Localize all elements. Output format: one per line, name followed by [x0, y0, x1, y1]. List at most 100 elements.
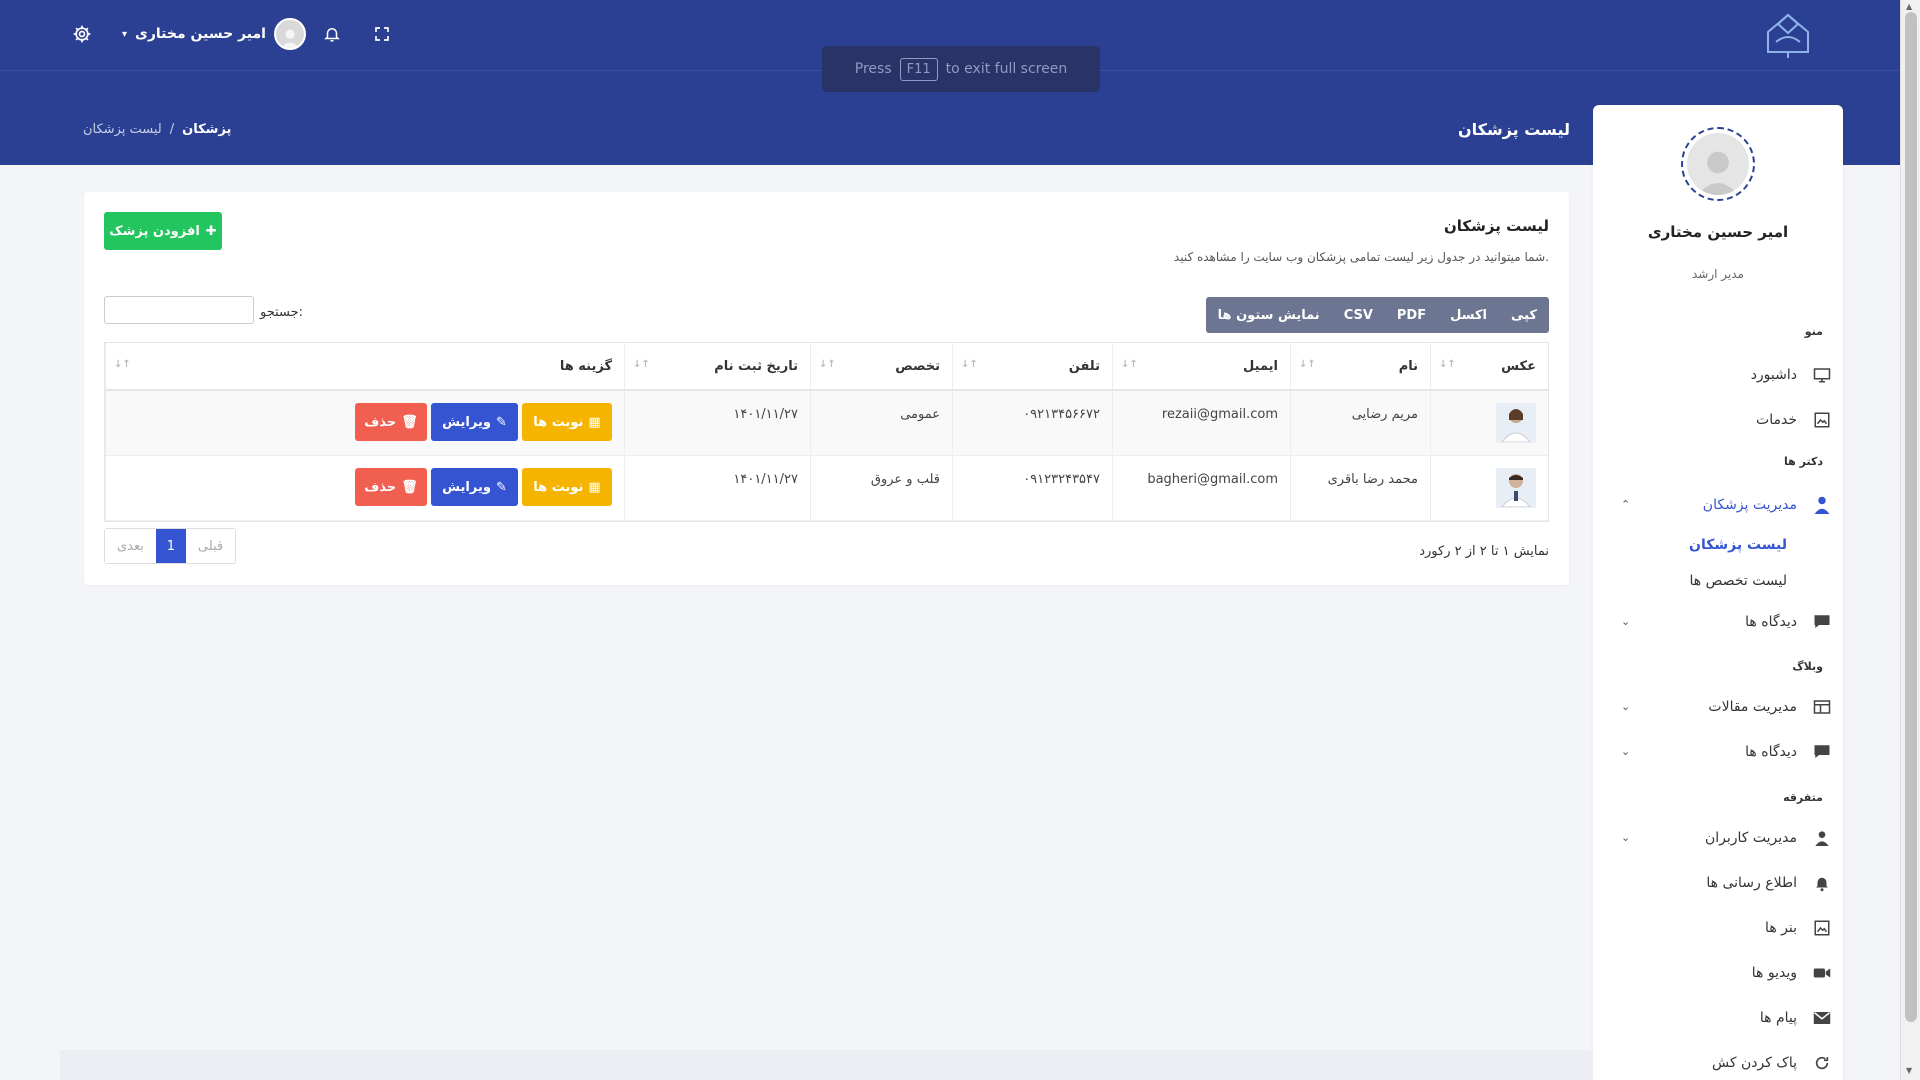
sidebar-item-services[interactable]: خدمات	[1613, 405, 1833, 435]
sidebar-item-reviews[interactable]: ⌄ دیدگاه ها	[1613, 607, 1833, 637]
sidebar-item-dashboard[interactable]: داشبورد	[1613, 360, 1833, 390]
sidebar-item-label: داشبورد	[1750, 367, 1797, 383]
user-menu[interactable]: ▾ امیر حسین مختاری	[122, 18, 306, 50]
csv-button[interactable]: CSV	[1332, 297, 1385, 333]
scrollbar-thumb[interactable]	[1905, 12, 1917, 1022]
sidebar-item-banners[interactable]: بنر ها	[1613, 913, 1833, 943]
scroll-up-arrow-icon[interactable]: ▲	[1906, 2, 1912, 11]
sidebar-section-blog: وبلاگ	[1792, 660, 1823, 673]
delete-button[interactable]: 🗑 حذف	[355, 403, 427, 441]
scroll-down-arrow-icon[interactable]: ▼	[1906, 1066, 1912, 1075]
sidebar-item-users[interactable]: ⌄ مدیریت کاربران	[1613, 823, 1833, 853]
notifications-bell-icon[interactable]	[320, 22, 344, 46]
sidebar-item-articles[interactable]: ⌄ مدیریت مقالات	[1613, 692, 1833, 722]
column-header-options[interactable]: گزینه ها ↑↓	[105, 343, 624, 389]
doctor-phone: ۰۹۲۱۳۴۵۶۶۷۲	[952, 391, 1112, 455]
column-label: ایمیل	[1243, 358, 1278, 374]
sidebar-item-blog-reviews[interactable]: ⌄ دیدگاه ها	[1613, 737, 1833, 767]
sidebar-item-notifications[interactable]: اطلاع رسانی ها	[1613, 868, 1833, 898]
doctor-email: rezaii@gmail.com	[1112, 391, 1290, 455]
doctor-specialty: عمومی	[810, 391, 952, 455]
sidebar-subitem-doctor-list[interactable]: لیست پزشکان	[1689, 537, 1787, 553]
breadcrumb-doctors-link[interactable]: پزشکان	[182, 122, 231, 137]
sidebar-item-doctor-management[interactable]: ⌃ مدیریت پزشکان	[1613, 490, 1833, 520]
pencil-icon: ✎	[495, 414, 507, 430]
footer	[60, 1050, 1593, 1080]
search-input[interactable]	[104, 296, 254, 324]
doctor-name: مریم رضایی	[1290, 391, 1430, 455]
calendar-icon: ▦	[588, 414, 601, 430]
image-frame-icon	[1811, 917, 1833, 939]
appointments-button[interactable]: ▦ نوبت ها	[522, 468, 612, 506]
sidebar-item-label: بنر ها	[1765, 920, 1797, 936]
prev-page-button[interactable]: قبلی	[185, 529, 236, 563]
table-header: عکس ↑↓ نام ↑↓ ایمیل ↑↓ تلفن ↑↓ تخصص ↑↓ تاریخ …	[105, 343, 1548, 391]
page-1-button[interactable]: 1	[155, 529, 186, 563]
header-user-name: امیر حسین مختاری	[135, 26, 266, 42]
sidebar-subitem-specialty-list[interactable]: لیست تخصص ها	[1689, 573, 1787, 589]
doctor-photo	[1496, 403, 1536, 443]
pdf-button[interactable]: PDF	[1385, 297, 1438, 333]
column-header-photo[interactable]: عکس ↑↓	[1430, 343, 1548, 389]
doctors-table: عکس ↑↓ نام ↑↓ ایمیل ↑↓ تلفن ↑↓ تخصص ↑↓ تاریخ …	[104, 342, 1549, 522]
card-title: لیست پزشکان	[1444, 217, 1549, 235]
button-label: ویرایش	[442, 479, 491, 495]
column-header-specialty[interactable]: تخصص ↑↓	[810, 343, 952, 389]
sidebar-item-label: خدمات	[1756, 412, 1797, 428]
doctor-specialty: قلب و عروق	[810, 456, 952, 520]
sidebar-user-role: مدیر ارشد	[1692, 267, 1744, 281]
appointments-button[interactable]: ▦ نوبت ها	[522, 403, 612, 441]
sort-icon: ↑↓	[1439, 359, 1456, 370]
column-header-phone[interactable]: تلفن ↑↓	[952, 343, 1112, 389]
column-label: عکس	[1501, 358, 1536, 374]
sidebar-item-label: پیام ها	[1759, 1010, 1797, 1026]
column-visibility-button[interactable]: نمایش ستون ها	[1206, 297, 1332, 333]
table-row: محمد رضا باقری bagheri@gmail.com ۰۹۱۲۳۲۴…	[105, 456, 1548, 521]
f11-suffix-text: to exit full screen	[945, 61, 1068, 77]
settings-gear-icon[interactable]	[70, 22, 94, 46]
excel-button[interactable]: اکسل	[1438, 297, 1499, 333]
sidebar-item-label: مدیریت مقالات	[1708, 699, 1797, 715]
sidebar-item-clear-cache[interactable]: پاک کردن کش	[1613, 1048, 1833, 1078]
edit-button[interactable]: ✎ ویرایش	[431, 403, 518, 441]
delete-button[interactable]: 🗑 حذف	[355, 468, 427, 506]
trash-icon: 🗑	[401, 414, 418, 430]
sidebar: امیر حسین مختاری مدیر ارشد منو داشبورد خ…	[1593, 105, 1843, 1080]
copy-button[interactable]: کپی	[1499, 297, 1549, 333]
doctor-register-date: ۱۴۰۱/۱۱/۲۷	[624, 456, 810, 520]
breadcrumb-separator: /	[169, 122, 175, 137]
doctor-name: محمد رضا باقری	[1290, 456, 1430, 520]
doctor-photo	[1496, 468, 1536, 508]
button-label: حذف	[364, 479, 397, 495]
button-label: حذف	[364, 414, 397, 430]
sidebar-item-videos[interactable]: ویدیو ها	[1613, 958, 1833, 988]
photo-cell	[1430, 456, 1548, 520]
sort-icon: ↑↓	[1121, 359, 1138, 370]
fullscreen-icon[interactable]	[370, 22, 394, 46]
add-doctor-button[interactable]: افزودن پزشک ✚	[104, 212, 222, 250]
column-header-date[interactable]: تاریخ ثبت نام ↑↓	[624, 343, 810, 389]
options-cell: ▦ نوبت ها ✎ ویرایش 🗑 حذف	[105, 391, 624, 455]
chevron-down-icon: ⌄	[1621, 700, 1631, 713]
button-label: نوبت ها	[533, 414, 584, 430]
search-label: جستجو:	[260, 305, 304, 320]
sidebar-item-messages[interactable]: پیام ها	[1613, 1003, 1833, 1033]
doctor-icon	[1811, 494, 1833, 516]
vertical-scrollbar[interactable]: ▲ ▼	[1900, 0, 1920, 1080]
sort-icon: ↑↓	[1299, 359, 1316, 370]
monitor-icon	[1811, 364, 1833, 386]
article-icon	[1811, 696, 1833, 718]
next-page-button[interactable]: بعدی	[105, 529, 156, 563]
column-header-email[interactable]: ایمیل ↑↓	[1112, 343, 1290, 389]
edit-button[interactable]: ✎ ویرایش	[431, 468, 518, 506]
column-label: گزینه ها	[559, 358, 612, 374]
clinic-logo[interactable]	[1762, 12, 1814, 58]
column-header-name[interactable]: نام ↑↓	[1290, 343, 1430, 389]
export-buttons-group: کپی اکسل PDF CSV نمایش ستون ها	[1205, 297, 1549, 333]
pencil-icon: ✎	[495, 479, 507, 495]
doctors-list-card: لیست پزشکان شما میتوانید در جدول زیر لیس…	[84, 192, 1569, 585]
chevron-down-icon: ⌄	[1621, 831, 1631, 844]
column-label: نام	[1398, 358, 1418, 374]
sidebar-item-label: ویدیو ها	[1751, 965, 1797, 981]
avatar	[273, 18, 306, 50]
